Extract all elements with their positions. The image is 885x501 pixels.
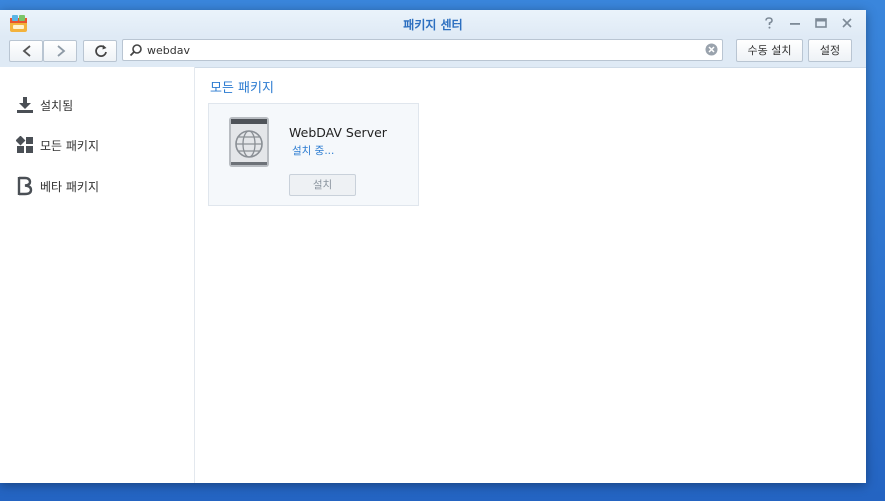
maximize-icon[interactable] bbox=[813, 15, 829, 31]
help-icon[interactable] bbox=[761, 15, 777, 31]
search-input[interactable] bbox=[147, 42, 707, 58]
sidebar-item-label: 모든 패키지 bbox=[40, 139, 100, 153]
sidebar: 설치됨 모든 패키지 베타 패키지 bbox=[0, 67, 195, 483]
close-icon[interactable] bbox=[839, 15, 855, 31]
chevron-right-icon bbox=[57, 45, 66, 57]
search-box[interactable] bbox=[122, 39, 723, 61]
search-icon bbox=[129, 44, 142, 57]
package-name[interactable]: WebDAV Server bbox=[289, 125, 387, 140]
toolbar: 수동 설치 설정 bbox=[0, 37, 866, 68]
grid-icon bbox=[16, 136, 33, 153]
package-card-webdav[interactable]: WebDAV Server 설치 중... 설치 bbox=[208, 103, 419, 206]
manual-install-button[interactable]: 수동 설치 bbox=[736, 39, 803, 62]
sidebar-item-beta-packages[interactable]: 베타 패키지 bbox=[16, 175, 186, 197]
refresh-button[interactable] bbox=[83, 40, 117, 62]
window-title: 패키지 센터 bbox=[403, 18, 463, 32]
webdav-server-icon bbox=[229, 117, 269, 167]
settings-button[interactable]: 설정 bbox=[808, 39, 852, 62]
package-center-window: 패키지 센터 webdav 수동 설치 설정 설치됨 모든 패키지 베타 패키지… bbox=[0, 10, 866, 483]
forward-button[interactable] bbox=[43, 40, 77, 62]
sidebar-item-label: 베타 패키지 bbox=[40, 180, 100, 194]
download-icon bbox=[17, 97, 33, 113]
section-title: 모든 패키지 bbox=[210, 81, 274, 96]
refresh-icon bbox=[95, 45, 107, 57]
title-bar[interactable]: 패키지 센터 bbox=[0, 10, 866, 37]
sidebar-item-all-packages[interactable]: 모든 패키지 bbox=[16, 134, 186, 156]
chevron-left-icon bbox=[22, 45, 31, 57]
install-button[interactable]: 설치 bbox=[289, 174, 356, 196]
package-status: 설치 중... bbox=[292, 145, 335, 157]
minimize-icon[interactable] bbox=[787, 15, 803, 31]
beta-icon bbox=[17, 176, 33, 196]
sidebar-item-installed[interactable]: 설치됨 bbox=[16, 94, 186, 116]
sidebar-item-label: 설치됨 bbox=[40, 99, 74, 113]
back-button[interactable] bbox=[9, 40, 43, 62]
clear-search-icon[interactable] bbox=[705, 43, 718, 56]
